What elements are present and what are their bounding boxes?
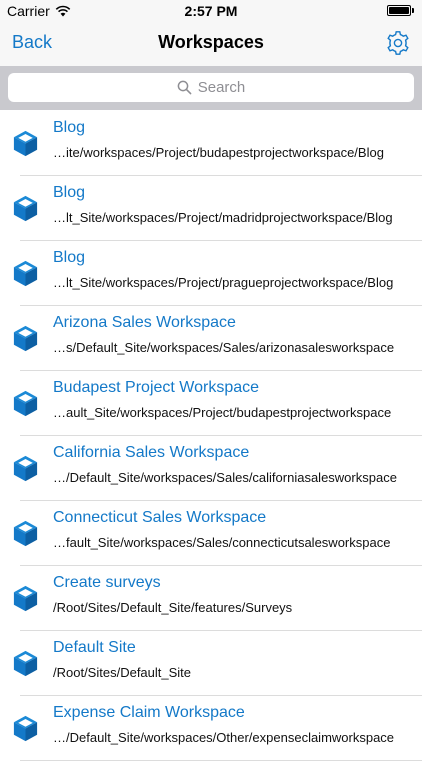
workspace-path: …fault_Site/workspaces/Sales/connecticut… (53, 535, 391, 550)
gear-icon[interactable] (384, 29, 412, 57)
workspace-path: /Root/Sites/Default_Site/features/Survey… (53, 600, 293, 615)
workspace-row[interactable]: Expense Claim Workspace …/Default_Site/wo… (0, 696, 422, 761)
workspace-row[interactable]: Default Site/Root/Sites/Default_Site (0, 631, 422, 696)
search-bar-container: Search (0, 66, 422, 110)
workspace-title: Arizona Sales Workspace (53, 314, 236, 331)
cube-icon (11, 714, 40, 743)
workspace-path: …ault_Site/workspaces/Project/budapestpr… (53, 405, 392, 420)
cube-icon (11, 584, 40, 613)
workspace-list: Blog …ite/workspaces/Project/budapestproj… (0, 111, 422, 761)
search-icon (177, 80, 192, 95)
workspace-title: Connecticut Sales Workspace (53, 509, 267, 526)
cube-icon (11, 454, 40, 483)
cube-icon (11, 194, 40, 223)
workspace-row[interactable]: Blog …lt_Site/workspaces/Project/praguepr… (0, 241, 422, 306)
battery-icon (387, 5, 411, 16)
workspace-title: Blog (53, 119, 86, 136)
cube-icon (11, 649, 40, 678)
workspace-row[interactable]: Connecticut Sales Workspace …fault_Site/w… (0, 501, 422, 566)
workspace-row[interactable]: Create surveys/Root/Sites/Default_Site/f… (0, 566, 422, 631)
workspace-title: Blog (53, 184, 86, 201)
workspace-title: Create surveys (53, 574, 161, 591)
workspace-path: …lt_Site/workspaces/Project/madridprojec… (53, 210, 393, 225)
workspace-row[interactable]: Budapest Project Workspace …ault_Site/wor… (0, 371, 422, 436)
workspace-title: Expense Claim Workspace (53, 704, 245, 721)
workspace-title: Default Site (53, 639, 136, 656)
workspace-title: Blog (53, 249, 86, 266)
cube-icon (11, 129, 40, 158)
workspace-row[interactable]: Blog …lt_Site/workspaces/Project/madridpr… (0, 176, 422, 241)
page-title: Workspaces (158, 32, 264, 52)
search-input[interactable]: Search (8, 73, 414, 102)
workspace-path: …ite/workspaces/Project/budapestprojectw… (53, 145, 384, 160)
workspace-path: …s/Default_Site/workspaces/Sales/arizona… (53, 340, 395, 355)
search-placeholder: Search (197, 79, 246, 96)
workspace-path: /Root/Sites/Default_Site (53, 665, 192, 680)
cube-icon (11, 324, 40, 353)
workspace-path: …/Default_Site/workspaces/Other/expensec… (53, 730, 395, 745)
workspace-path: …lt_Site/workspaces/Project/pragueprojec… (53, 275, 394, 290)
cube-icon (11, 389, 40, 418)
workspace-row[interactable]: Arizona Sales Workspace …s/Default_Site/w… (0, 306, 422, 371)
workspace-path: …/Default_Site/workspaces/Sales/californ… (53, 470, 397, 485)
status-bar: Carrier 2:57 PM (0, 0, 422, 22)
battery-tip (412, 8, 414, 13)
navigation-bar: Back Workspaces (0, 22, 422, 66)
cube-icon (11, 259, 40, 288)
status-time: 2:57 PM (184, 3, 238, 19)
workspace-row[interactable]: Blog …ite/workspaces/Project/budapestproj… (0, 111, 422, 176)
workspace-title: Budapest Project Workspace (53, 379, 260, 396)
cube-icon (11, 519, 40, 548)
battery-fill (389, 7, 409, 14)
status-right (387, 5, 414, 16)
workspace-row[interactable]: California Sales Workspace …/Default_Site… (0, 436, 422, 501)
workspace-title: California Sales Workspace (53, 444, 250, 461)
